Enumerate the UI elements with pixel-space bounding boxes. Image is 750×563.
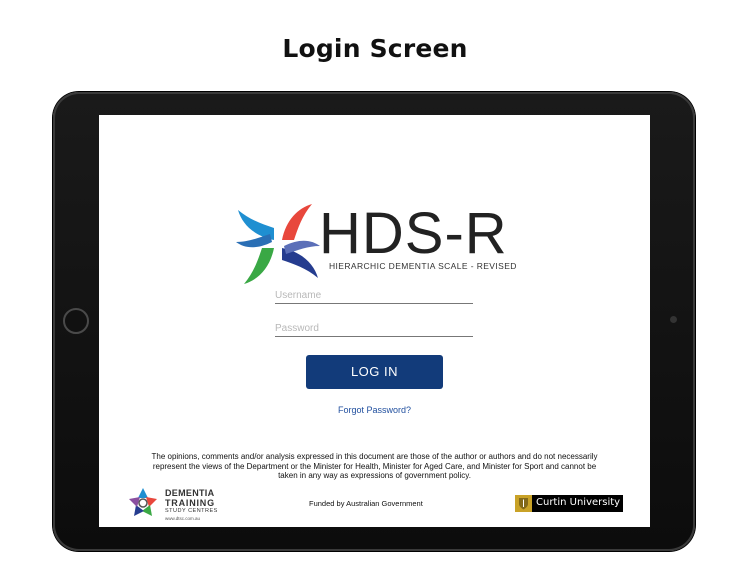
password-input[interactable] — [275, 320, 473, 337]
camera-icon — [670, 316, 677, 323]
page-caption: Login Screen — [282, 34, 468, 63]
pinwheel-icon — [236, 204, 320, 284]
login-button[interactable]: LOG IN — [306, 355, 443, 389]
app-subtitle: HIERARCHIC DEMENTIA SCALE - REVISED — [329, 261, 517, 271]
home-button[interactable] — [63, 308, 89, 334]
forgot-password-link[interactable]: Forgot Password? — [99, 405, 650, 415]
star-flower-icon — [129, 488, 157, 516]
dtsc-logo: DEMENTIA TRAINING STUDY CENTRES www.dtsc… — [125, 485, 245, 525]
funded-text: Funded by Australian Government — [309, 499, 423, 508]
curtin-label: Curtin University — [536, 497, 621, 508]
disclaimer-text: The opinions, comments and/or analysis e… — [151, 452, 598, 480]
tablet-frame: HDS-R HIERARCHIC DEMENTIA SCALE - REVISE… — [53, 92, 695, 551]
app-screen: HDS-R HIERARCHIC DEMENTIA SCALE - REVISE… — [99, 115, 650, 527]
curtin-logo: Curtin University — [515, 495, 623, 512]
dtsc-line1: DEMENTIA — [165, 488, 215, 498]
crest-icon — [515, 495, 532, 512]
app-logo: HDS-R HIERARCHIC DEMENTIA SCALE - REVISE… — [235, 201, 517, 291]
dtsc-url: www.dtsc.com.au — [165, 516, 201, 521]
app-title: HDS-R — [319, 201, 508, 266]
dtsc-line3: STUDY CENTRES — [165, 508, 218, 514]
dtsc-line2: TRAINING — [165, 498, 215, 508]
username-input[interactable] — [275, 287, 473, 304]
